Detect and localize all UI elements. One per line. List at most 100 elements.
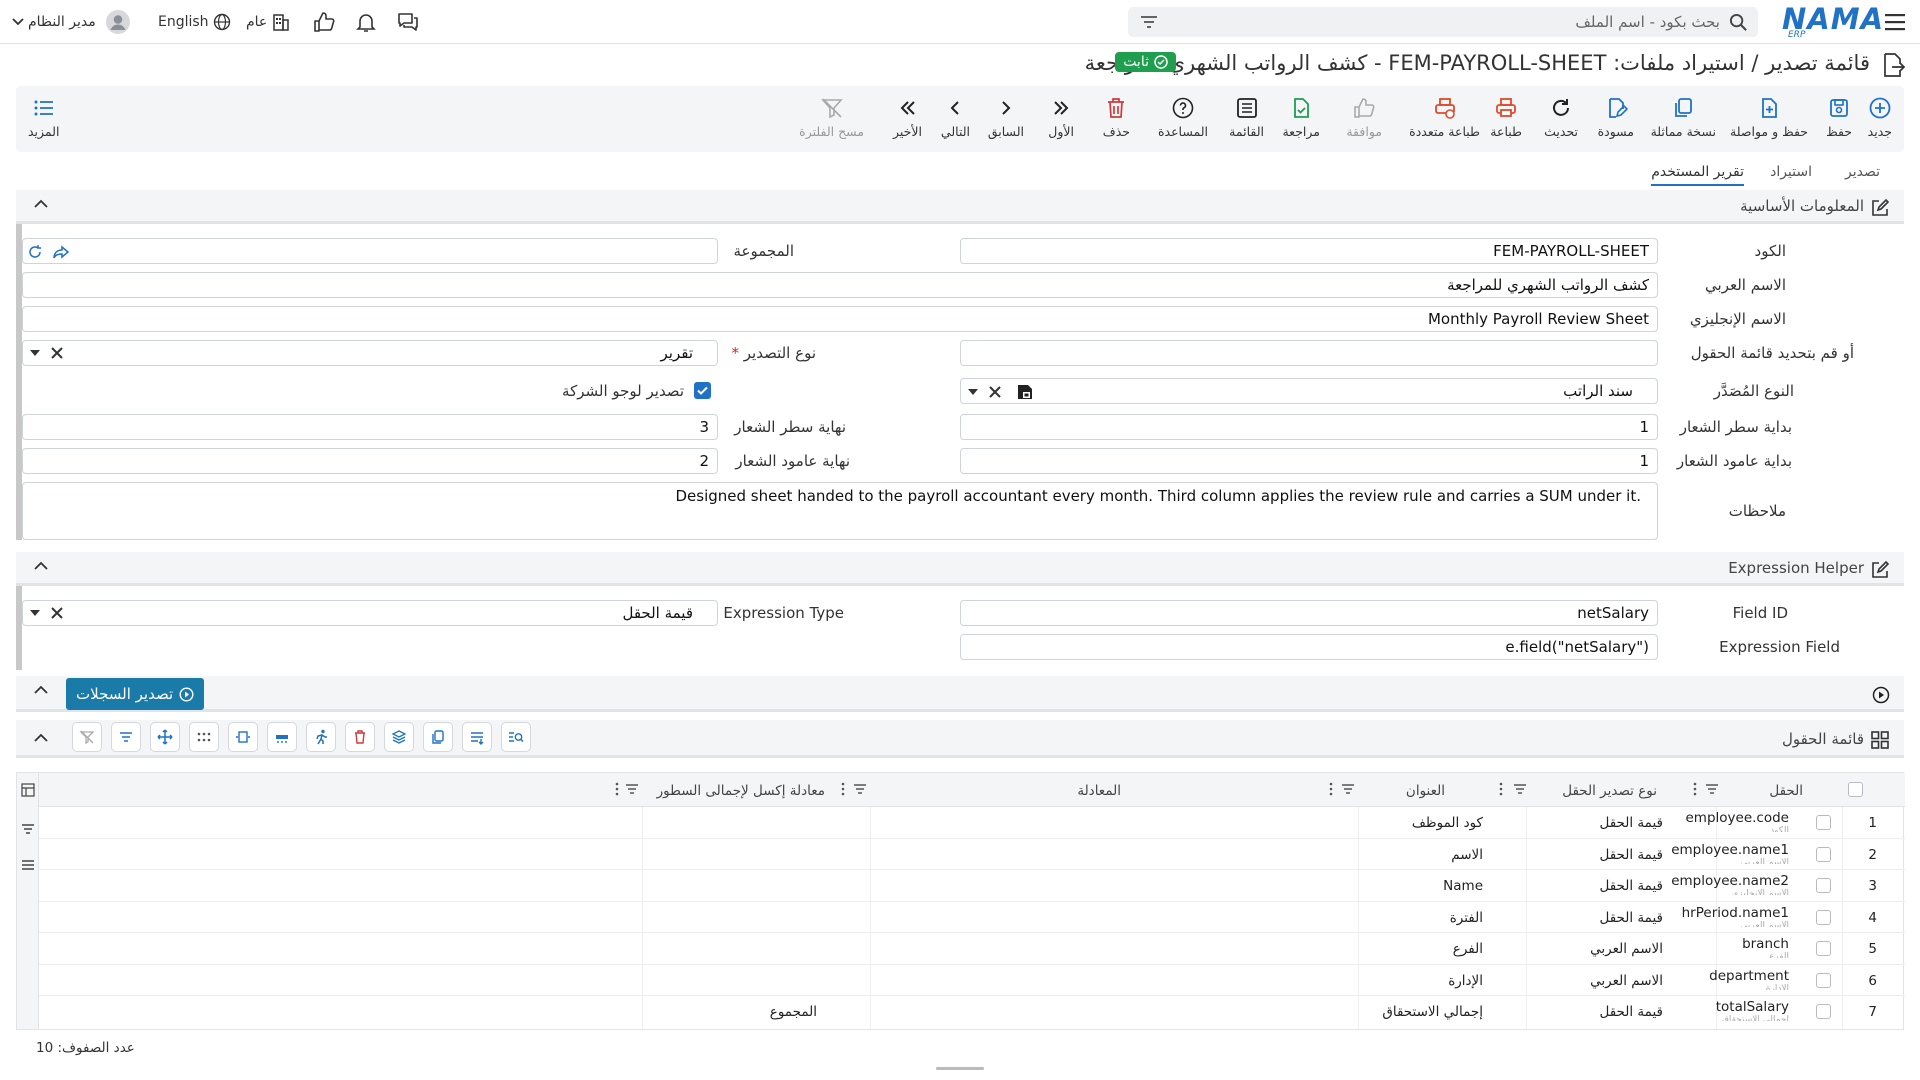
refresh-search-icon[interactable] [26, 243, 44, 261]
more-button[interactable]: المزيد [28, 96, 59, 139]
select-all-checkbox[interactable] [1848, 782, 1863, 797]
play-circle-icon[interactable] [1872, 686, 1890, 704]
chat-icon[interactable] [396, 10, 420, 34]
scope-selector[interactable]: عام [246, 8, 291, 36]
last-button[interactable]: الأخير [893, 96, 922, 139]
filter-icon[interactable] [1513, 783, 1527, 795]
column-menu-icon[interactable] [841, 782, 845, 796]
language-switch[interactable]: English [158, 8, 231, 36]
column-header-export-type[interactable]: نوع تصدير الحقل [1562, 783, 1657, 799]
first-button[interactable]: الأول [1048, 96, 1074, 139]
logo-row-end-field[interactable]: 3 [22, 414, 718, 440]
fit-columns-icon[interactable] [228, 722, 258, 752]
collapse-chevron-icon[interactable] [34, 685, 48, 694]
export-records-button[interactable]: تصدير السجلات [66, 678, 205, 710]
bell-icon[interactable] [354, 10, 378, 34]
filter-icon[interactable] [1140, 14, 1158, 30]
filter-icon[interactable] [853, 783, 867, 795]
search-list-icon[interactable] [501, 722, 531, 752]
table-row[interactable]: 6 department الإدارة الاسم العربي الإدار… [39, 965, 1905, 996]
basic-info-header[interactable]: المعلومات الأساسية [16, 190, 1904, 224]
next-button[interactable]: التالي [941, 96, 970, 139]
row-checkbox[interactable] [1816, 878, 1831, 893]
filter-icon[interactable] [21, 823, 35, 835]
filter-icon[interactable] [111, 722, 141, 752]
notes-textarea[interactable]: Designed sheet handed to the payroll acc… [22, 482, 1658, 540]
resize-handle[interactable] [936, 1067, 984, 1070]
collapse-chevron-icon[interactable] [34, 199, 48, 208]
dropdown-caret-icon[interactable] [968, 389, 978, 395]
share-icon[interactable] [52, 243, 70, 261]
column-menu-icon[interactable] [1329, 782, 1333, 796]
clear-x-icon[interactable] [988, 385, 1002, 399]
nama-logo[interactable]: NAMA ERP [1782, 4, 1883, 40]
dropdown-caret-icon[interactable] [30, 350, 40, 356]
expression-helper-header[interactable]: Expression Helper [16, 552, 1904, 586]
column-menu-icon[interactable] [1499, 782, 1503, 796]
move-icon[interactable] [150, 722, 180, 752]
code-field[interactable]: FEM-PAYROLL-SHEET [960, 238, 1658, 264]
user-menu[interactable]: مدير النظام [12, 8, 130, 36]
sort-list-icon[interactable] [462, 722, 492, 752]
column-header-formula[interactable]: المعادلة [1077, 783, 1121, 799]
collapse-chevron-icon[interactable] [34, 733, 48, 742]
dropdown-caret-icon[interactable] [30, 610, 40, 616]
delete-button[interactable]: حذف [1103, 96, 1130, 139]
row-checkbox[interactable] [1816, 972, 1831, 988]
copy-icon[interactable] [423, 722, 453, 752]
column-header-excel-formula[interactable]: معادلة إكسل لإجمالى السطور [657, 783, 825, 799]
collapse-chevron-icon[interactable] [34, 561, 48, 570]
tab-export[interactable]: تصدير [1845, 164, 1880, 180]
previous-button[interactable]: السابق [988, 96, 1024, 139]
approve-button[interactable]: موافقة [1346, 96, 1382, 139]
filter-icon[interactable] [1705, 783, 1719, 795]
thumbs-up-icon[interactable] [312, 10, 336, 34]
list-button[interactable]: القائمة [1229, 96, 1264, 139]
logo-col-end-field[interactable]: 2 [22, 448, 718, 474]
fields-list-field[interactable] [960, 340, 1658, 366]
export-type-select[interactable]: تقرير [22, 340, 718, 366]
logo-col-start-field[interactable]: 1 [960, 448, 1658, 474]
expression-type-select[interactable]: قيمة الحقل [22, 600, 718, 626]
filter-icon[interactable] [1341, 783, 1355, 795]
clear-x-icon[interactable] [50, 346, 64, 360]
menu-lines-icon[interactable] [21, 859, 35, 871]
hamburger-menu-icon[interactable] [1882, 10, 1908, 34]
expression-field[interactable]: e.field("netSalary") [960, 634, 1658, 660]
review-button[interactable]: مراجعة [1282, 96, 1320, 139]
table-row[interactable]: 4 hrPeriod.name1 الاسم العربي قيمة الحقل… [39, 902, 1905, 933]
column-header-title[interactable]: العنوان [1406, 783, 1445, 799]
table-icon[interactable] [21, 783, 35, 797]
field-id-field[interactable]: netSalary [960, 600, 1658, 626]
multi-print-button[interactable]: طباعة متعددة [1409, 96, 1480, 139]
document-lock-icon[interactable] [1016, 383, 1034, 401]
clear-filter-button[interactable]: مسح الفلترة [799, 96, 864, 139]
row-checkbox[interactable] [1816, 1004, 1831, 1019]
arabic-name-field[interactable]: كشف الرواتب الشهري للمراجعة [22, 272, 1658, 298]
source-type-select[interactable]: سند الراتب [960, 378, 1658, 404]
help-button[interactable]: المساعدة [1158, 96, 1208, 139]
table-row[interactable]: 7 totalSalary إجمالي الاستحقاق قيمة الحق… [39, 996, 1905, 1028]
refresh-button[interactable]: تحديث [1544, 96, 1578, 139]
row-checkbox[interactable] [1816, 941, 1831, 956]
column-menu-icon[interactable] [615, 782, 619, 796]
dots-grid-icon[interactable] [189, 722, 219, 752]
trash-icon[interactable] [345, 722, 375, 752]
row-checkbox[interactable] [1816, 846, 1831, 862]
column-menu-icon[interactable] [1693, 782, 1697, 796]
filter-icon[interactable] [625, 783, 639, 795]
logo-row-start-field[interactable]: 1 [960, 414, 1658, 440]
table-row[interactable]: 1 employee.code الكود قيمة الحقل كود الم… [39, 807, 1905, 839]
logo-export-checkbox[interactable] [694, 382, 711, 399]
table-row[interactable]: 2 employee.name1 الاسم العربي قيمة الحقل… [39, 839, 1905, 870]
row-checkbox[interactable] [1816, 815, 1831, 830]
table-row[interactable]: 5 branch الفرع الاسم العربي الفرع [39, 933, 1905, 965]
table-row[interactable]: 3 employee.name2 الاسم الإنجليزي قيمة ال… [39, 870, 1905, 902]
clear-x-icon[interactable] [50, 606, 64, 620]
layers-icon[interactable] [384, 722, 414, 752]
column-header-field[interactable]: الحقل [1769, 783, 1803, 799]
draft-button[interactable]: مسودة [1598, 96, 1634, 139]
save-button[interactable]: حفظ [1826, 96, 1852, 139]
insert-row-icon[interactable] [267, 722, 297, 752]
clear-filter-icon[interactable] [72, 722, 102, 752]
